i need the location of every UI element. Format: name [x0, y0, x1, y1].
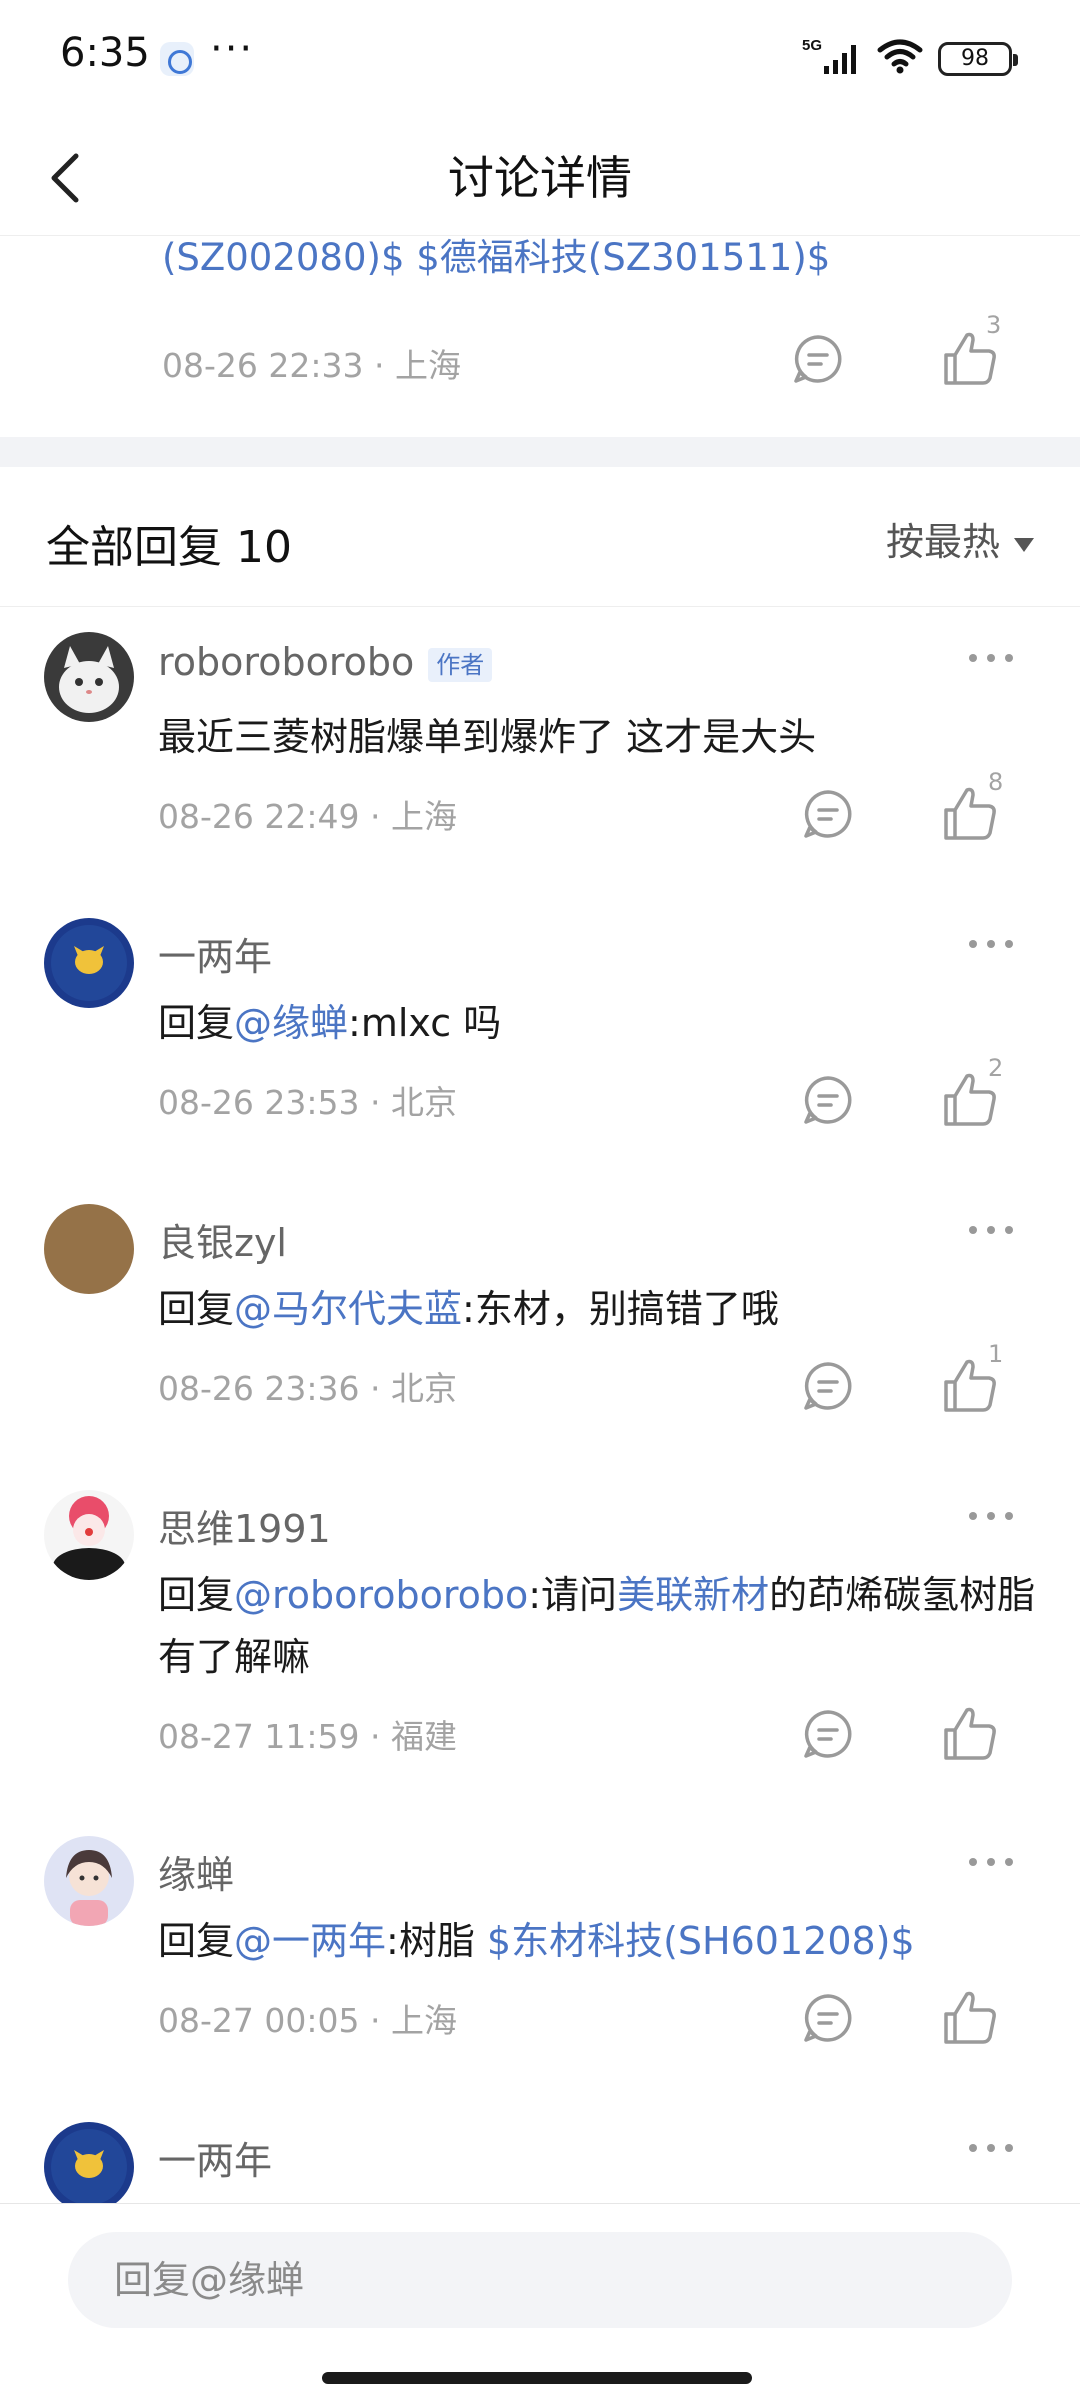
reply-prefix: 回复	[158, 1919, 235, 1963]
post-footer: (SZ002080)$ $德福科技(SZ301511)$ 08-26 22:33…	[0, 236, 1080, 437]
stock-link[interactable]: 美联新材	[617, 1573, 769, 1617]
like-icon[interactable]	[940, 1986, 1002, 2048]
reply-meta: 08-27 00:05 · 上海	[158, 2001, 457, 2040]
sort-label: 按最热	[885, 520, 1000, 564]
avatar[interactable]	[44, 918, 134, 1008]
avatar[interactable]	[44, 1490, 134, 1580]
stock-link[interactable]: (SZ002080)$	[162, 236, 405, 279]
reply-item: 一两年	[0, 2122, 1080, 2203]
author-name-text: roboroborobo	[158, 640, 415, 684]
cellular-signal-icon: 5G	[802, 37, 856, 74]
reply-location: 福建	[390, 1717, 457, 1756]
comment-icon[interactable]	[800, 1990, 856, 2046]
status-time: 6:35	[60, 30, 150, 76]
reply-location: 北京	[390, 1083, 457, 1122]
reply-text: 回复@马尔代夫蓝:东材，别搞错了哦	[158, 1278, 1038, 1340]
more-icon[interactable]	[966, 1850, 1016, 1874]
nav-header: 讨论详情	[0, 120, 1080, 236]
reply-location: 上海	[390, 2001, 457, 2040]
mention-link[interactable]: @一两年	[234, 1919, 386, 1963]
like-count: 8	[988, 768, 1004, 796]
reply-item: 思维1991 回复@roboroborobo:请问美联新材的茚烯碳氢树脂有了解嘛…	[0, 1490, 1080, 1810]
replies-header: 全部回复 10 按最热	[0, 467, 1080, 607]
section-divider	[0, 437, 1080, 467]
reply-text: 回复@缘蝉:mlxc 吗	[158, 992, 1038, 1054]
page-title: 讨论详情	[448, 151, 632, 205]
reply-prefix: 回复	[158, 1573, 235, 1617]
battery-icon: 98	[938, 42, 1018, 76]
reply-meta: 08-26 22:49 · 上海	[158, 797, 457, 836]
reply-meta: 08-26 23:36 · 北京	[158, 1369, 457, 1408]
mention-link[interactable]: @缘蝉	[234, 1001, 348, 1045]
status-bar: 6:35 ··· 5G 98	[0, 0, 1080, 120]
author-name[interactable]: 思维1991	[158, 1498, 331, 1553]
reply-date: 08-26 22:49	[158, 797, 360, 836]
comment-icon[interactable]	[790, 331, 846, 387]
reply-body: :mlxc 吗	[348, 1001, 502, 1045]
like-count: 2	[988, 1054, 1004, 1082]
post-location: 上海	[394, 346, 461, 385]
more-icon[interactable]	[966, 1218, 1016, 1242]
comment-icon[interactable]	[800, 1706, 856, 1762]
reply-date: 08-26 23:36	[158, 1369, 360, 1408]
reply-item: 一两年 回复@缘蝉:mlxc 吗 08-26 23:53 · 北京 2	[0, 918, 1080, 1178]
reply-body: :请问	[528, 1573, 618, 1617]
reply-location: 北京	[390, 1369, 457, 1408]
avatar[interactable]	[44, 1836, 134, 1926]
stock-link[interactable]: $德福科技(SZ301511)$	[416, 236, 830, 279]
network-type-label: 5G	[802, 37, 822, 54]
home-indicator[interactable]	[322, 2372, 752, 2384]
reply-item: 良银zyl 回复@马尔代夫蓝:东材，别搞错了哦 08-26 23:36 · 北京…	[0, 1204, 1080, 1464]
reply-meta: 08-26 23:53 · 北京	[158, 1083, 457, 1122]
author-name[interactable]: 良银zyl	[158, 1212, 287, 1267]
reply-text: 回复@roboroborobo:请问美联新材的茚烯碳氢树脂有了解嘛	[158, 1564, 1038, 1688]
more-icon[interactable]	[966, 2136, 1016, 2160]
more-icon[interactable]	[966, 646, 1016, 670]
author-name[interactable]: 一两年	[158, 2130, 272, 2185]
avatar[interactable]	[44, 1204, 134, 1294]
reply-meta: 08-27 11:59 · 福建	[158, 1717, 457, 1756]
reply-text: 回复@一两年:树脂 $东材科技(SH601208)$	[158, 1910, 1038, 1972]
app-notification-icon	[160, 42, 194, 76]
reply-prefix: 回复	[158, 1001, 235, 1045]
reply-body: :树脂	[386, 1919, 487, 1963]
reply-location: 上海	[390, 797, 457, 836]
author-name[interactable]: 一两年	[158, 926, 272, 981]
more-icon[interactable]	[966, 932, 1016, 956]
stock-link[interactable]: $东材科技(SH601208)$	[487, 1919, 915, 1963]
reply-item: 缘蝉 回复@一两年:树脂 $东材科技(SH601208)$ 08-27 00:0…	[0, 1836, 1080, 2096]
like-count: 3	[986, 311, 1002, 339]
mention-link[interactable]: @roboroborobo	[234, 1573, 528, 1617]
replies-count-title: 全部回复 10	[46, 522, 292, 573]
avatar[interactable]	[44, 632, 134, 722]
reply-item: roboroborobo 作者 最近三菱树脂爆单到爆炸了 这才是大头 08-26 …	[0, 632, 1080, 892]
reply-body: :东材，别搞错了哦	[462, 1287, 779, 1331]
triangle-down-icon	[1014, 537, 1034, 552]
avatar[interactable]	[44, 2122, 134, 2203]
post-meta: 08-26 22:33 · 上海	[162, 346, 461, 385]
reply-date: 08-27 00:05	[158, 2001, 360, 2040]
reply-input[interactable]	[68, 2232, 1012, 2328]
comment-icon[interactable]	[800, 1072, 856, 1128]
reply-date: 08-26 23:53	[158, 1083, 360, 1122]
author-badge: 作者	[428, 647, 493, 682]
like-count: 1	[988, 1340, 1004, 1368]
reply-date: 08-27 11:59	[158, 1717, 360, 1756]
author-name[interactable]: 缘蝉	[158, 1844, 234, 1899]
post-date: 08-26 22:33	[162, 346, 364, 385]
author-name[interactable]: roboroborobo 作者	[158, 640, 493, 684]
wifi-icon	[877, 39, 923, 74]
more-icon[interactable]	[966, 1504, 1016, 1528]
mention-link[interactable]: @马尔代夫蓝	[234, 1287, 462, 1331]
post-stock-links: (SZ002080)$ $德福科技(SZ301511)$	[162, 227, 830, 281]
reply-prefix: 回复	[158, 1287, 235, 1331]
more-notifications-icon: ···	[210, 26, 255, 72]
reply-text: 最近三菱树脂爆单到爆炸了 这才是大头	[158, 715, 817, 759]
comment-icon[interactable]	[800, 1358, 856, 1414]
sort-dropdown[interactable]: 按最热	[886, 511, 1034, 566]
like-icon[interactable]	[940, 1702, 1002, 1764]
bottom-bar	[0, 2203, 1080, 2400]
comment-icon[interactable]	[800, 786, 856, 842]
